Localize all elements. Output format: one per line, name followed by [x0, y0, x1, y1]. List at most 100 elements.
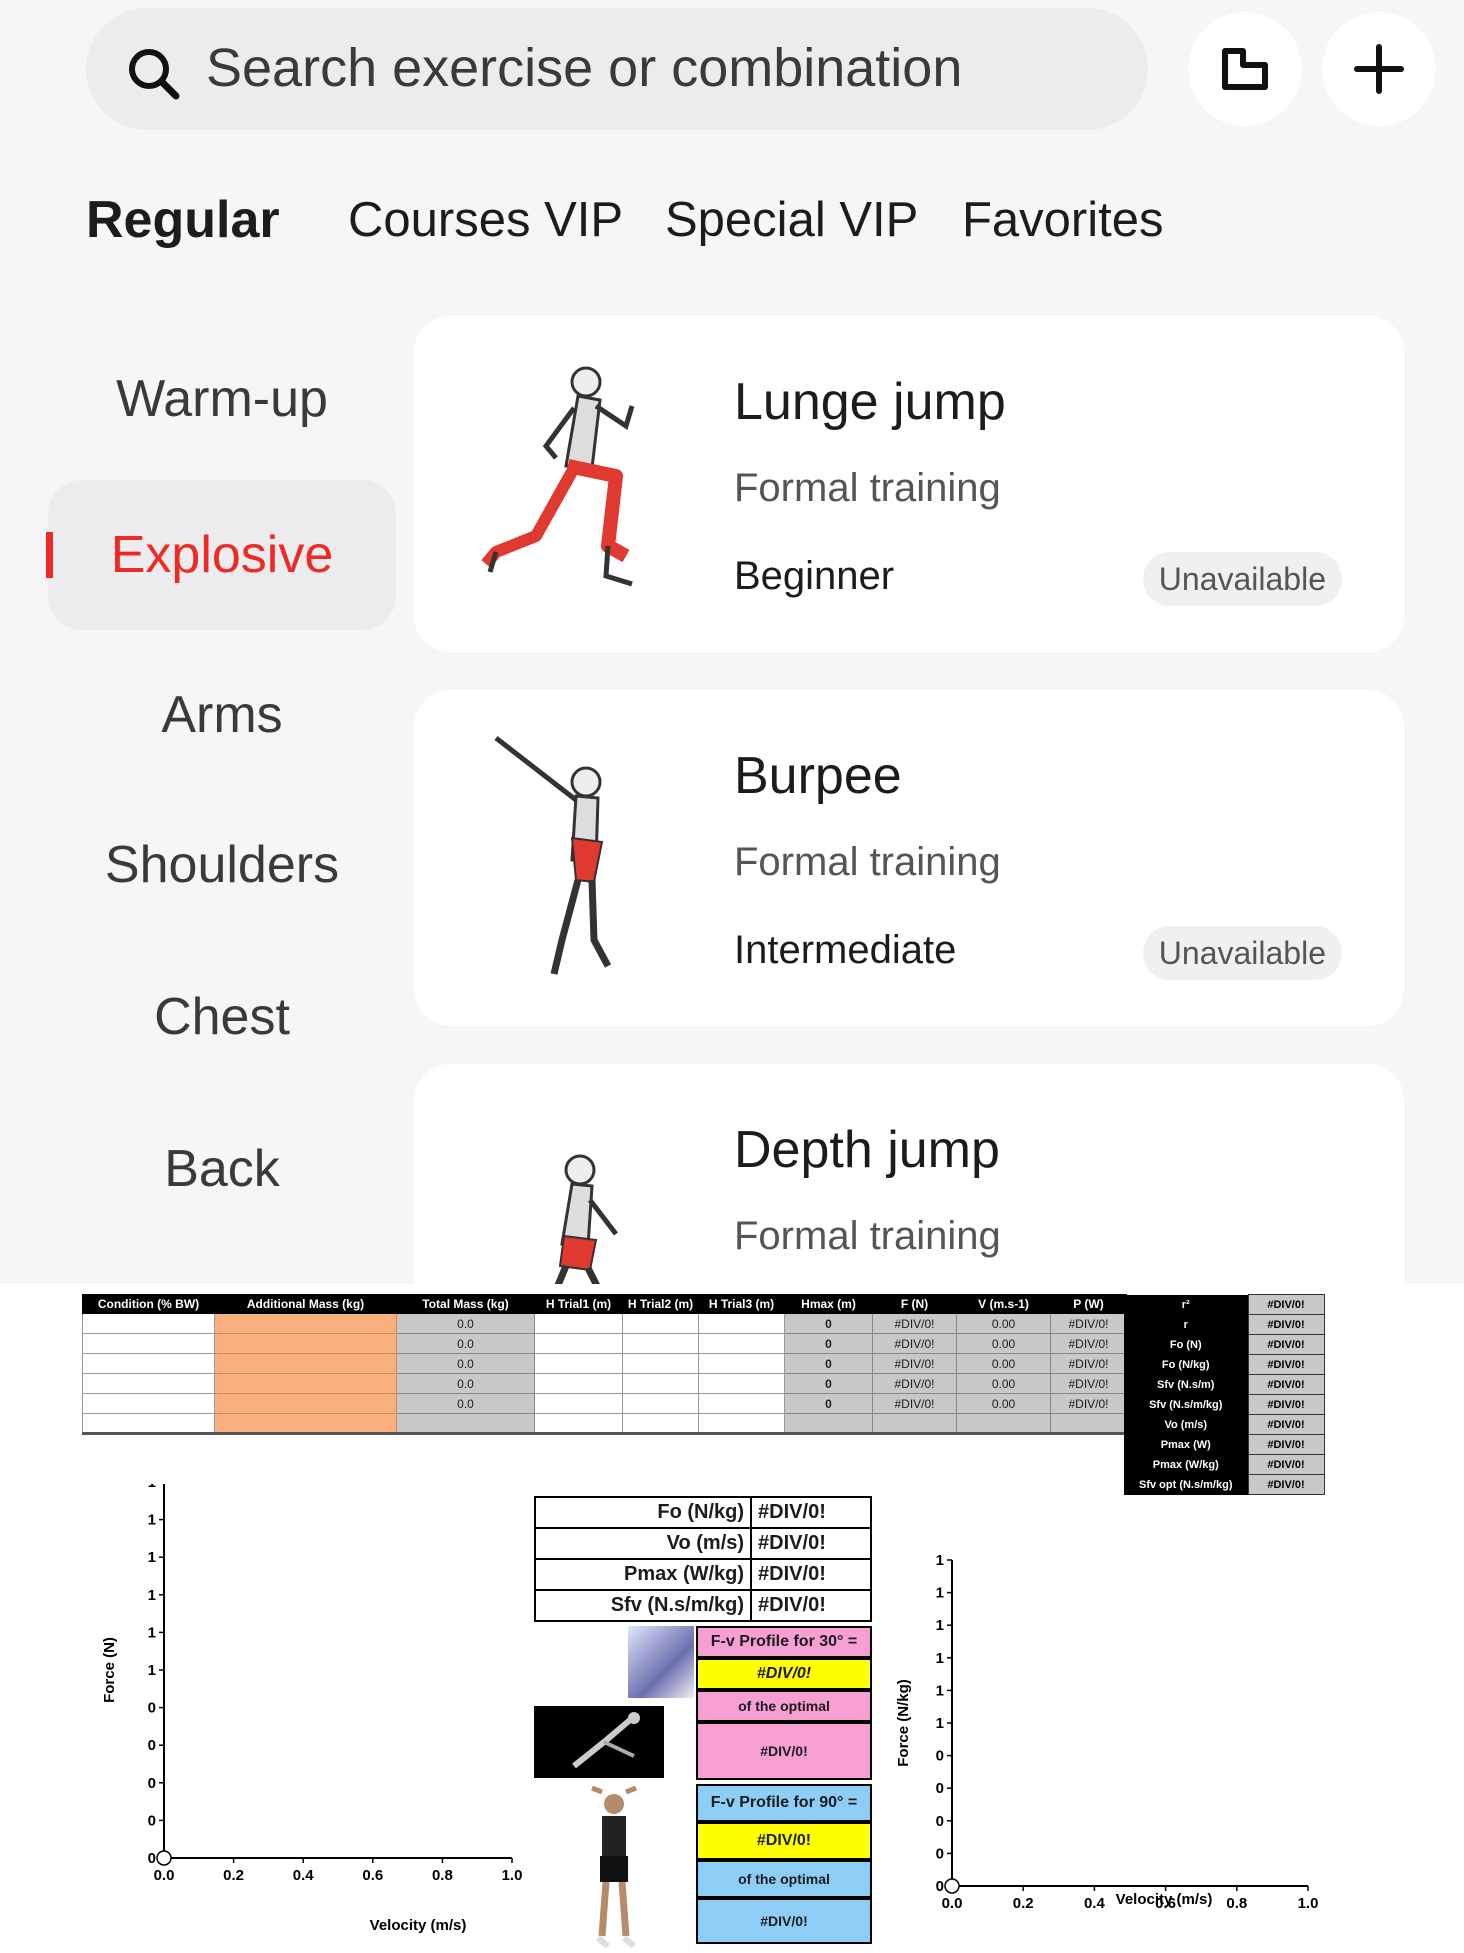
table-cell: 0.0	[396, 1313, 535, 1334]
table-row: 0.0 0 #DIV/0! 0.00 #DIV/0!	[82, 1333, 1127, 1354]
column-header: Hmax (m)	[784, 1294, 873, 1314]
summary-label: Fo (N/kg)	[533, 1496, 753, 1529]
column-header: Condition (% BW)	[82, 1294, 215, 1314]
table-cell: 0.00	[956, 1353, 1051, 1374]
table-cell: 0.0	[396, 1353, 535, 1374]
profile-30-of-optimal: of the optimal	[696, 1690, 872, 1722]
table-cell[interactable]	[622, 1353, 699, 1374]
summary-value: #DIV/0!	[750, 1558, 872, 1591]
category-shoulders[interactable]: Shoulders	[48, 790, 396, 940]
tab-courses-vip[interactable]: Courses VIP	[348, 192, 623, 248]
column-header: Total Mass (kg)	[396, 1294, 535, 1314]
summary-value: #DIV/0!	[750, 1496, 872, 1529]
column-header: V (m.s-1)	[956, 1294, 1051, 1314]
table-cell: 0.0	[396, 1333, 535, 1354]
table-cell[interactable]	[622, 1413, 699, 1435]
x-tick-label: 0.2	[1013, 1895, 1034, 1912]
table-cell: 0.00	[956, 1393, 1051, 1414]
table-cell[interactable]	[82, 1393, 215, 1414]
category-explosive[interactable]: Explosive	[48, 480, 396, 630]
stat-value: #DIV/0!	[1247, 1434, 1325, 1455]
table-cell[interactable]	[82, 1413, 215, 1435]
status-badge: Unavailable	[1142, 552, 1342, 606]
y-tick-label: 1	[936, 1650, 944, 1667]
stat-label: Sfv opt (N.s/m/kg)	[1124, 1474, 1248, 1495]
table-row	[82, 1413, 1127, 1435]
table-cell[interactable]	[698, 1313, 785, 1334]
table-cell[interactable]	[698, 1373, 785, 1394]
y-tick-label: 0	[936, 1813, 944, 1830]
stat-row: Pmax (W/kg) #DIV/0!	[1124, 1454, 1325, 1475]
y-tick-label: 1	[148, 1662, 156, 1679]
table-cell[interactable]	[82, 1353, 215, 1374]
tab-favorites[interactable]: Favorites	[962, 192, 1164, 248]
profile-30-value: #DIV/0!	[696, 1658, 872, 1690]
table-cell[interactable]	[82, 1333, 215, 1354]
x-tick-label: 1.0	[1298, 1895, 1319, 1912]
y-tick-label: 1	[936, 1585, 944, 1602]
profile-30-percent: #DIV/0!	[696, 1722, 872, 1780]
table-header-row: Condition (% BW) Additional Mass (kg) To…	[82, 1294, 1127, 1314]
search-input[interactable]	[206, 32, 1106, 104]
category-chest[interactable]: Chest	[48, 942, 396, 1092]
exercise-title: Depth jump	[734, 1121, 1000, 1179]
table-cell[interactable]	[82, 1373, 215, 1394]
saved-plans-button[interactable]	[1188, 12, 1302, 126]
tab-regular[interactable]: Regular	[86, 190, 280, 250]
table-cell[interactable]	[214, 1373, 397, 1394]
exercise-title: Burpee	[734, 747, 902, 805]
table-cell[interactable]	[82, 1313, 215, 1334]
search-bar[interactable]	[86, 8, 1148, 130]
table-cell[interactable]	[534, 1373, 623, 1394]
tab-special-vip[interactable]: Special VIP	[665, 192, 918, 248]
exercise-type: Formal training	[734, 1214, 1001, 1258]
y-tick-label: 1	[148, 1512, 156, 1529]
table-cell[interactable]	[622, 1373, 699, 1394]
table-cell[interactable]	[698, 1333, 785, 1354]
table-cell[interactable]	[698, 1353, 785, 1374]
table-cell[interactable]	[214, 1313, 397, 1334]
stat-label: Fo (N)	[1124, 1334, 1248, 1355]
table-row: 0.0 0 #DIV/0! 0.00 #DIV/0!	[82, 1373, 1127, 1394]
table-cell: #DIV/0!	[872, 1353, 957, 1374]
table-cell[interactable]	[534, 1393, 623, 1414]
add-button[interactable]	[1322, 12, 1436, 126]
table-cell[interactable]	[214, 1333, 397, 1354]
summary-label: Vo (m/s)	[533, 1527, 753, 1560]
sprinter-icon	[572, 1712, 640, 1769]
table-cell[interactable]	[534, 1313, 623, 1334]
table-cell[interactable]	[622, 1333, 699, 1354]
table-cell[interactable]	[698, 1393, 785, 1414]
exercise-card-burpee[interactable]: Burpee Formal training Intermediate Unav…	[414, 690, 1404, 1026]
summary-value: #DIV/0!	[750, 1527, 872, 1560]
table-cell[interactable]	[534, 1333, 623, 1354]
table-cell: 0	[784, 1353, 873, 1374]
table-cell[interactable]	[622, 1313, 699, 1334]
table-cell[interactable]	[698, 1413, 785, 1435]
category-arms[interactable]: Arms	[48, 640, 396, 790]
table-cell	[784, 1413, 873, 1435]
category-back[interactable]: Back	[48, 1094, 396, 1244]
table-cell[interactable]	[214, 1393, 397, 1414]
trial-data-table: Condition (% BW) Additional Mass (kg) To…	[82, 1294, 1127, 1435]
table-cell: 0	[784, 1393, 873, 1414]
category-warm-up[interactable]: Warm-up	[48, 324, 396, 474]
stat-value: #DIV/0!	[1247, 1414, 1325, 1435]
table-cell[interactable]	[534, 1353, 623, 1374]
exercise-card-depth-jump[interactable]: Depth jump Formal training	[414, 1064, 1404, 1284]
y-axis-label: Force (N)	[101, 1637, 118, 1703]
lunge-jump-illustration	[481, 366, 635, 587]
folder-icon	[1222, 48, 1268, 90]
table-row: 0.0 0 #DIV/0! 0.00 #DIV/0!	[82, 1393, 1127, 1414]
x-tick-label: 1.0	[502, 1867, 523, 1884]
table-cell[interactable]	[534, 1413, 623, 1435]
y-tick-label: 0	[936, 1748, 944, 1765]
summary-row: Fo (N/kg) #DIV/0!	[533, 1496, 872, 1529]
table-cell[interactable]	[214, 1353, 397, 1374]
table-cell[interactable]	[214, 1413, 397, 1435]
table-cell[interactable]	[622, 1393, 699, 1414]
y-tick-label: 0	[936, 1780, 944, 1797]
exercise-card-lunge-jump[interactable]: Lunge jump Formal training Beginner Unav…	[414, 316, 1404, 652]
stat-label: Pmax (W/kg)	[1124, 1454, 1248, 1475]
table-cell: #DIV/0!	[872, 1373, 957, 1394]
